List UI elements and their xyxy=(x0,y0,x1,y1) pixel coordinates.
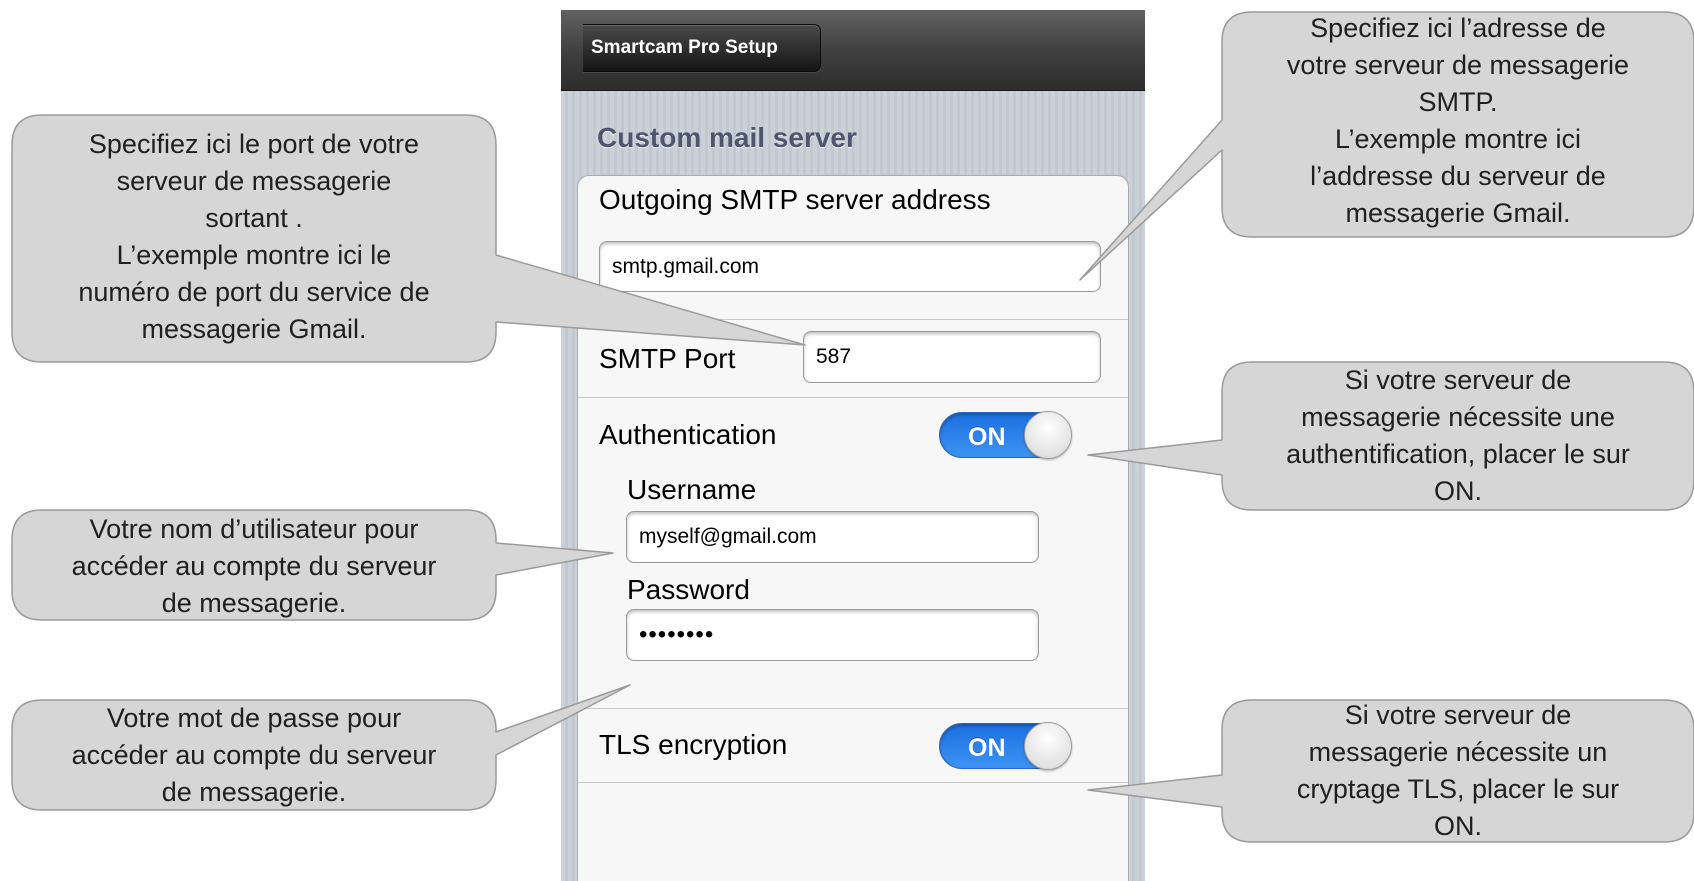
callout-address-text: Specifiez ici l’adresse de votre serveur… xyxy=(1286,13,1630,228)
phone-screen: Smartcam Pro Setup Custom mail server Ou… xyxy=(561,10,1145,881)
navigation-bar: Smartcam Pro Setup xyxy=(561,10,1145,91)
divider xyxy=(578,397,1128,398)
toggle-knob xyxy=(1024,722,1072,770)
password-input[interactable]: •••••••• xyxy=(626,609,1039,661)
smtp-port-input[interactable]: 587 xyxy=(803,331,1101,383)
callout-tls-text: Si votre serveur de messagerie nécessite… xyxy=(1296,700,1620,841)
username-label: Username xyxy=(627,474,757,505)
smtp-port-label: SMTP Port xyxy=(599,343,736,374)
callout-username-text: Votre nom d’utilisateur pour accéder au … xyxy=(71,514,437,618)
smtp-address-label: Outgoing SMTP server address xyxy=(599,184,991,215)
tls-toggle-state: ON xyxy=(968,734,1006,762)
authentication-toggle-state: ON xyxy=(968,423,1006,451)
back-button[interactable]: Smartcam Pro Setup xyxy=(583,24,821,72)
callout-port-text: Specifiez ici le port de votre serveur d… xyxy=(78,129,430,344)
back-button-label: Smartcam Pro Setup xyxy=(591,37,778,58)
tls-label: TLS encryption xyxy=(599,729,788,760)
password-label: Password xyxy=(627,574,750,605)
authentication-toggle[interactable]: ON xyxy=(939,411,1072,459)
divider xyxy=(578,708,1128,709)
username-input[interactable]: myself@gmail.com xyxy=(626,511,1039,563)
callout-authentication-text: Si votre serveur de messagerie nécessite… xyxy=(1286,365,1630,506)
settings-card: Outgoing SMTP server address smtp.gmail.… xyxy=(577,175,1129,881)
toggle-knob xyxy=(1024,411,1072,459)
authentication-label: Authentication xyxy=(599,419,777,450)
tls-toggle[interactable]: ON xyxy=(939,722,1072,770)
divider xyxy=(578,319,1128,320)
smtp-address-input[interactable]: smtp.gmail.com xyxy=(599,241,1101,292)
callout-password-text: Votre mot de passe pour accéder au compt… xyxy=(71,703,437,807)
divider xyxy=(578,782,1128,783)
section-title: Custom mail server xyxy=(597,122,857,153)
